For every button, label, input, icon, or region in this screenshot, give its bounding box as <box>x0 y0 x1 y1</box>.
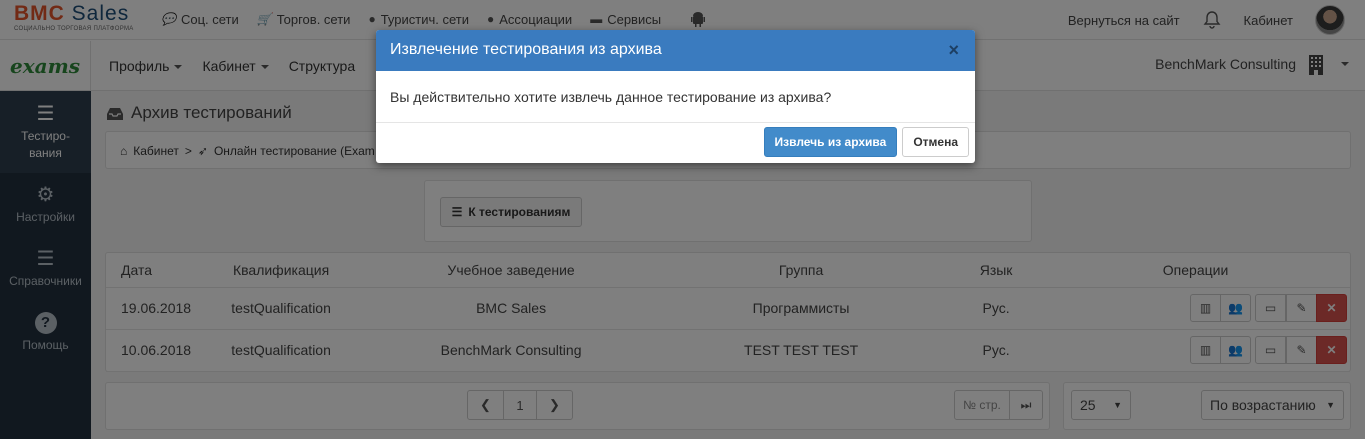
confirm-unarchive-button[interactable]: Извлечь из архива <box>763 127 898 157</box>
dialog-header: Извлечение тестирования из архива × <box>376 30 975 71</box>
dialog-title: Извлечение тестирования из архива <box>390 41 662 58</box>
unarchive-dialog: Извлечение тестирования из архива × Вы д… <box>376 30 975 163</box>
dialog-footer: Извлечь из архива Отмена <box>763 127 969 157</box>
close-dialog-button[interactable]: × <box>948 41 959 59</box>
cancel-button[interactable]: Отмена <box>902 127 969 157</box>
dialog-message: Вы действительно хотите извлечь данное т… <box>376 71 975 123</box>
